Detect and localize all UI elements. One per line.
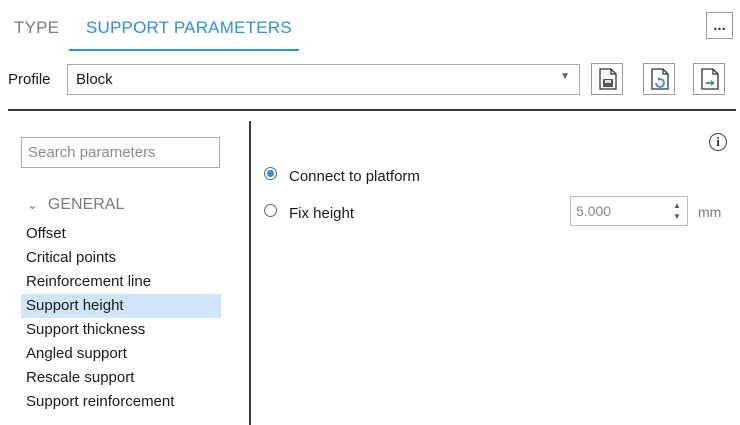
profile-save-button[interactable] [591, 63, 623, 95]
more-icon: ... [713, 17, 726, 34]
profile-export-icon [701, 68, 719, 90]
more-options-button[interactable]: ... [706, 12, 733, 39]
panel-divider [249, 121, 251, 425]
param-item-rescale-support[interactable]: Rescale support [21, 366, 221, 390]
fix-height-stepper[interactable]: 5.000 ▲ ▼ [570, 196, 688, 226]
tab-support-parameters[interactable]: SUPPORT PARAMETERS [86, 18, 292, 38]
tab-type[interactable]: TYPE [14, 18, 59, 38]
param-item-offset[interactable]: Offset [21, 222, 221, 246]
fix-height-unit: mm [698, 204, 722, 220]
param-item-support-reinforcement[interactable]: Support reinforcement [21, 390, 221, 414]
search-input[interactable] [28, 139, 213, 166]
profile-reload-button[interactable] [643, 63, 675, 95]
search-box[interactable] [21, 137, 220, 168]
param-item-support-thickness[interactable]: Support thickness [21, 318, 221, 342]
param-item-critical-points[interactable]: Critical points [21, 246, 221, 270]
stepper-arrows[interactable]: ▲ ▼ [671, 200, 683, 222]
parameter-list: Offset Critical points Reinforcement lin… [21, 222, 221, 414]
profile-export-button[interactable] [693, 63, 725, 95]
chevron-down-icon: ▼ [560, 71, 570, 82]
profile-reload-icon [651, 68, 669, 90]
chevron-down-icon: ⌄ [27, 197, 38, 212]
group-general-header[interactable]: ⌄ GENERAL [27, 196, 124, 214]
group-general-label: GENERAL [47, 196, 125, 213]
fix-height-radio[interactable] [264, 204, 277, 217]
profile-value: Block [76, 71, 113, 88]
profile-save-icon [599, 68, 617, 90]
connect-to-platform-radio[interactable] [264, 167, 277, 180]
stepper-down-icon[interactable]: ▼ [671, 211, 683, 222]
param-item-reinforcement-line[interactable]: Reinforcement line [21, 270, 221, 294]
stepper-up-icon[interactable]: ▲ [671, 200, 683, 211]
profile-dropdown[interactable]: Block ▼ [67, 64, 580, 95]
info-icon[interactable]: i [709, 133, 727, 151]
fix-height-value: 5.000 [576, 203, 612, 219]
fix-height-label[interactable]: Fix height [289, 205, 354, 222]
active-tab-indicator [69, 49, 299, 51]
connect-to-platform-label[interactable]: Connect to platform [289, 168, 420, 185]
param-item-support-height[interactable]: Support height [21, 294, 221, 318]
header-divider [8, 109, 736, 111]
profile-label: Profile [8, 71, 51, 88]
param-item-angled-support[interactable]: Angled support [21, 342, 221, 366]
